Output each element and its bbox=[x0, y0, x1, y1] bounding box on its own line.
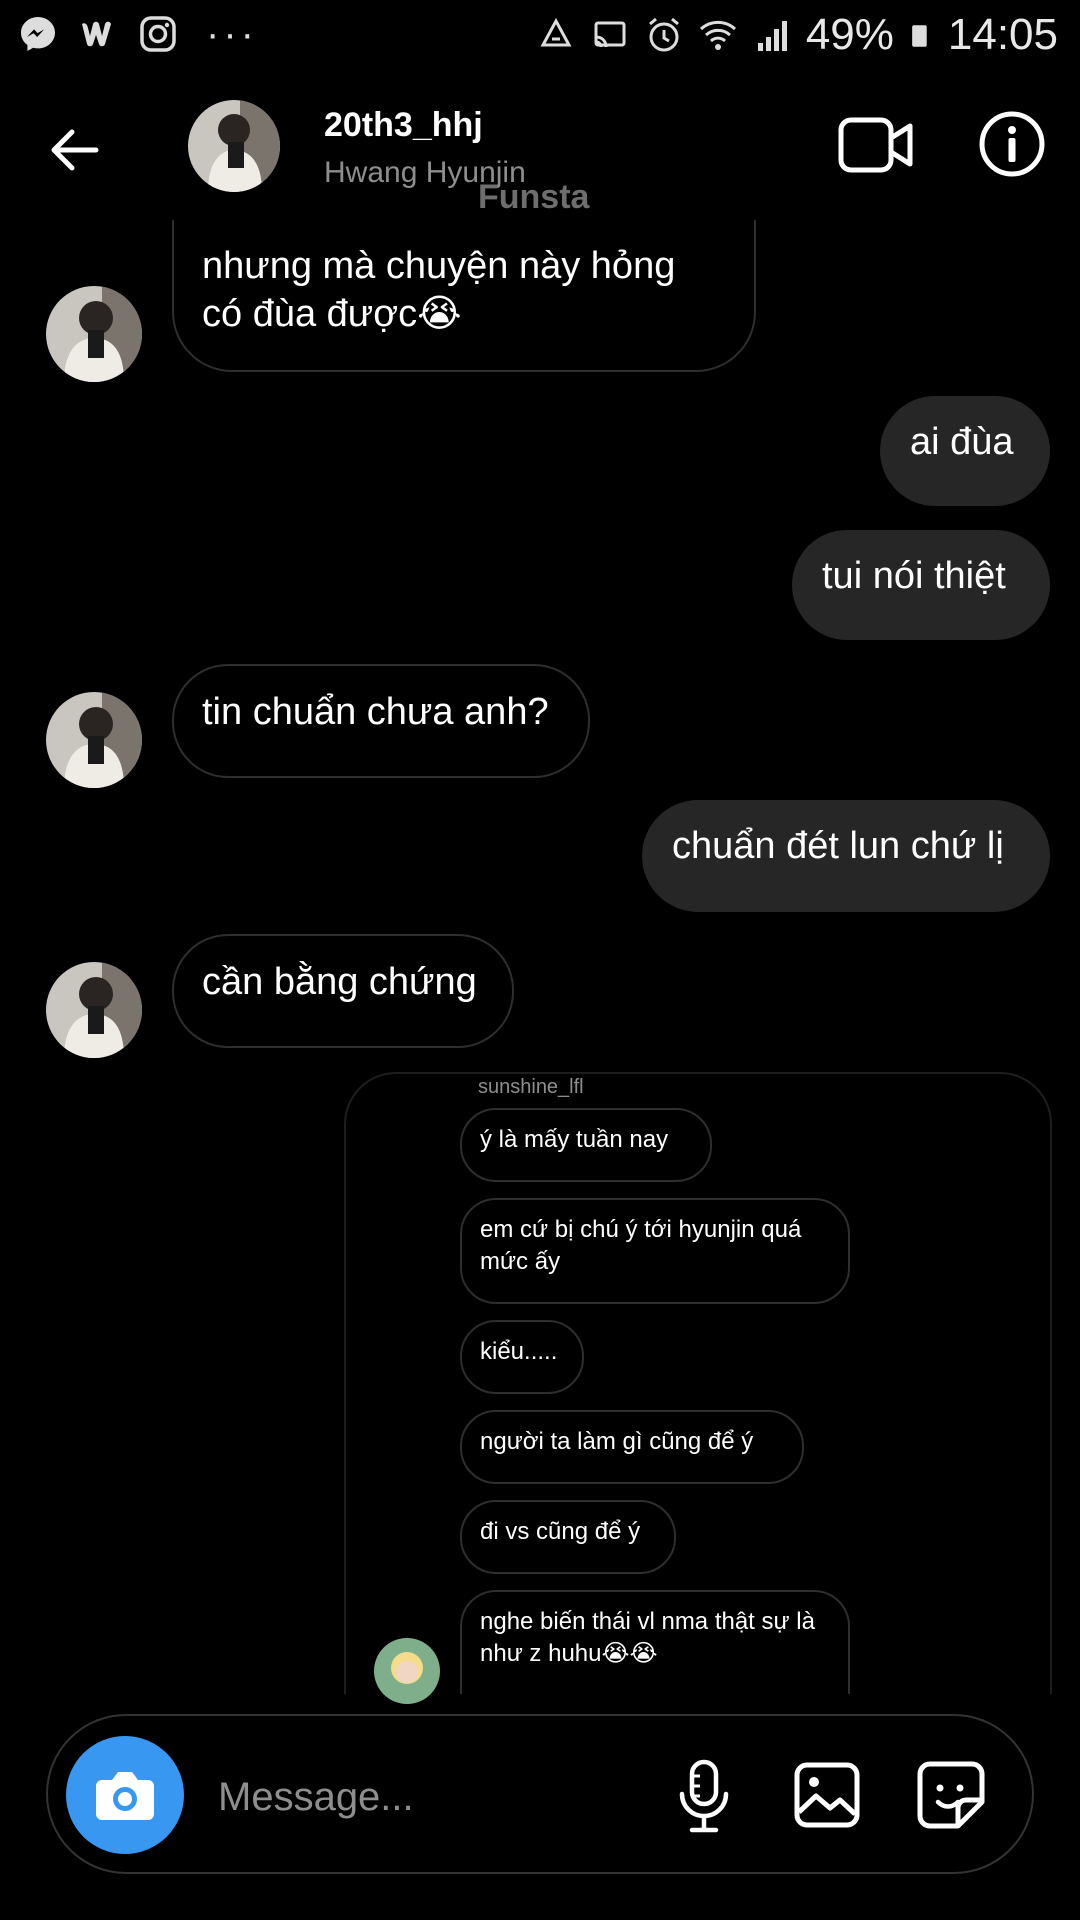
cast-icon bbox=[594, 21, 626, 48]
camera-icon bbox=[96, 1772, 154, 1820]
sender-avatar[interactable] bbox=[46, 692, 142, 788]
sender-avatar[interactable] bbox=[46, 286, 142, 382]
video-call-icon[interactable] bbox=[838, 114, 914, 176]
shared-message: kiểu..... bbox=[460, 1320, 584, 1394]
message-incoming[interactable]: cần bằng chứng bbox=[172, 934, 514, 1048]
message-input[interactable] bbox=[216, 1766, 640, 1828]
contact-username[interactable]: 20th3_hhj bbox=[324, 106, 483, 145]
message-text: tui nói thiệt bbox=[822, 555, 1006, 597]
shared-message-text: đi vs cũng để ý bbox=[480, 1518, 641, 1545]
gallery-icon[interactable] bbox=[794, 1762, 860, 1828]
recycle-icon bbox=[540, 17, 572, 47]
back-arrow-icon[interactable] bbox=[44, 120, 104, 180]
wattpad-icon bbox=[82, 21, 111, 47]
camera-button[interactable] bbox=[66, 1736, 184, 1854]
shared-message-text: người ta làm gì cũng để ý bbox=[480, 1428, 754, 1455]
shared-message: người ta làm gì cũng để ý bbox=[460, 1410, 804, 1484]
message-text: nhưng mà chuyện này hỏng có đùa được😭 bbox=[202, 245, 676, 335]
clock: 14:05 bbox=[947, 10, 1058, 59]
shared-sender-avatar bbox=[374, 1638, 440, 1704]
battery-percent: 49% bbox=[805, 10, 894, 59]
wifi-icon bbox=[699, 20, 736, 50]
shared-message: nghe biến thái vl nma thật sự là như z h… bbox=[460, 1590, 850, 1694]
message-text: cần bằng chứng bbox=[202, 961, 477, 1003]
info-icon[interactable] bbox=[978, 110, 1046, 178]
shared-message: ý là mấy tuần nay bbox=[460, 1108, 712, 1182]
instagram-icon bbox=[140, 16, 176, 52]
shared-message-text: em cứ bị chú ý tới hyunjin quá mức ấy bbox=[480, 1216, 802, 1275]
contact-avatar[interactable] bbox=[188, 100, 280, 192]
message-outgoing[interactable]: ai đùa bbox=[880, 396, 1050, 506]
shared-message: em cứ bị chú ý tới hyunjin quá mức ấy bbox=[460, 1198, 850, 1304]
shared-message-text: ý là mấy tuần nay bbox=[480, 1126, 669, 1153]
message-text: tin chuẩn chưa anh? bbox=[202, 691, 549, 733]
message-incoming[interactable]: tin chuẩn chưa anh? bbox=[172, 664, 590, 778]
message-text: ai đùa bbox=[910, 421, 1014, 463]
alarm-icon bbox=[648, 17, 679, 52]
status-bar: ··· 49% 14:05 bbox=[0, 0, 1080, 72]
battery-icon bbox=[912, 25, 927, 47]
sender-avatar[interactable] bbox=[46, 962, 142, 1058]
more-dots-icon: ··· bbox=[206, 12, 258, 56]
signal-icon bbox=[757, 21, 787, 51]
shared-message: đi vs cũng để ý bbox=[460, 1500, 676, 1574]
shared-username: sunshine_lfl bbox=[478, 1076, 584, 1098]
message-outgoing[interactable]: chuẩn đét lun chứ lị bbox=[642, 800, 1050, 912]
shared-message-text: kiểu..... bbox=[480, 1338, 558, 1365]
message-text: chuẩn đét lun chứ lị bbox=[672, 825, 1004, 867]
messenger-icon bbox=[21, 17, 55, 51]
funsta-overlay-label: Funsta bbox=[478, 178, 590, 216]
sticker-icon[interactable] bbox=[916, 1760, 986, 1830]
message-incoming[interactable]: nhưng mà chuyện này hỏng có đùa được😭 bbox=[172, 220, 756, 372]
message-outgoing[interactable]: tui nói thiệt bbox=[792, 530, 1050, 640]
microphone-icon[interactable] bbox=[676, 1758, 732, 1834]
shared-message-text: nghe biến thái vl nma thật sự là như z h… bbox=[480, 1608, 815, 1667]
